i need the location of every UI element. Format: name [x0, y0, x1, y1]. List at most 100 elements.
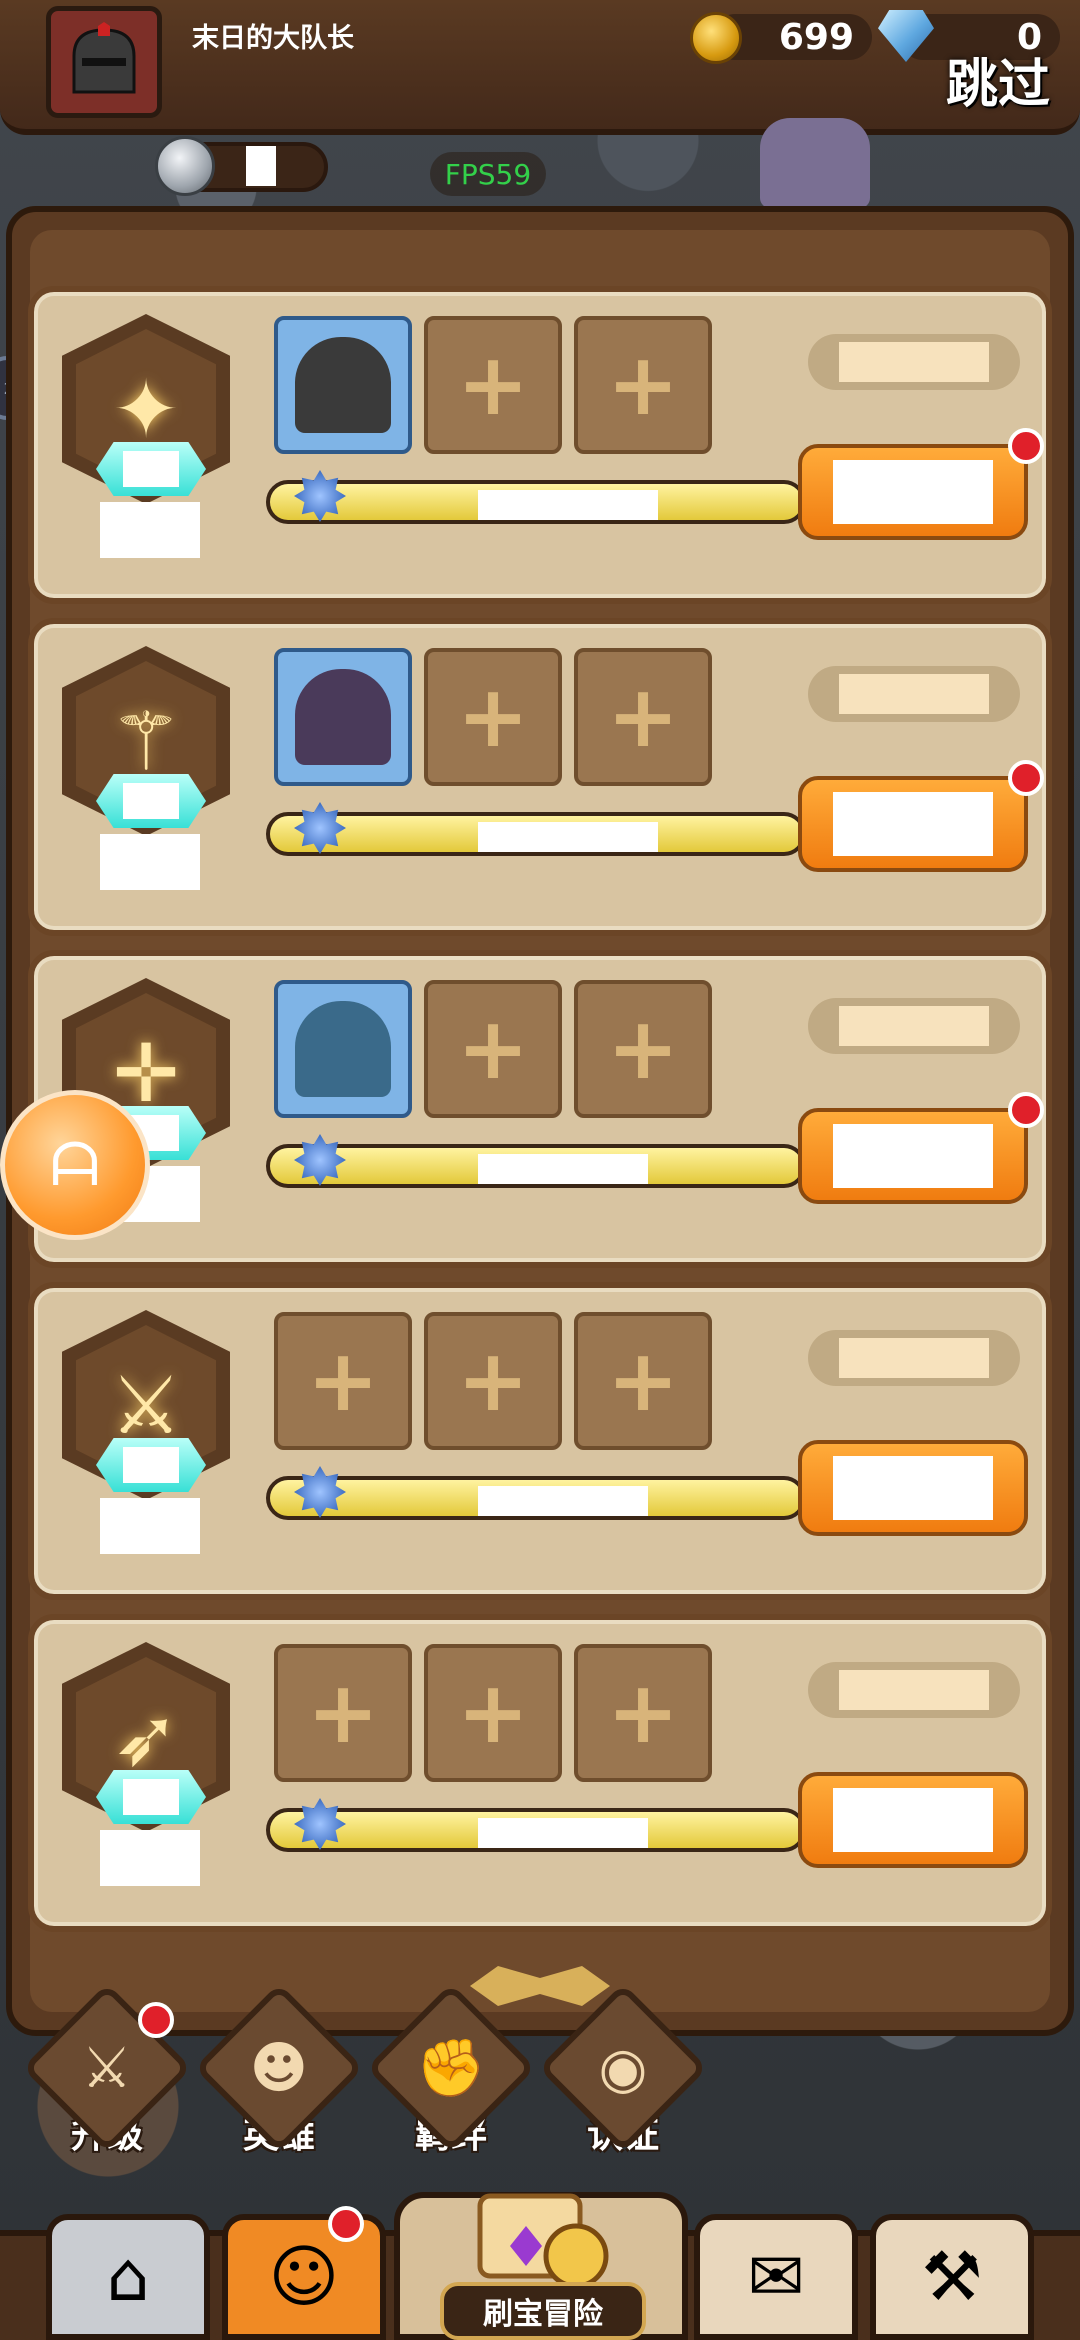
- plus-icon: +: [456, 1663, 530, 1763]
- redacted-bonus: [839, 1006, 989, 1046]
- class-row: ⚔ + + +: [28, 1282, 1052, 1600]
- upgrade-button[interactable]: [798, 1440, 1028, 1536]
- redacted-button-label: [833, 460, 993, 524]
- handshake-icon: ✊: [366, 1983, 536, 2153]
- nav-shop[interactable]: ⌂: [46, 2214, 210, 2340]
- treasure-map-icon: [477, 2193, 609, 2289]
- progress-bar: [266, 1808, 806, 1852]
- redacted-button-label: [833, 792, 993, 856]
- plus-icon: +: [456, 1331, 530, 1431]
- redacted-label: [100, 834, 200, 890]
- class-row: ⚚ + +: [28, 618, 1052, 936]
- plus-icon: +: [306, 1663, 380, 1763]
- redacted-progress-text: [478, 822, 658, 852]
- redacted-progress-text: [478, 1154, 648, 1184]
- coin-icon: [690, 12, 742, 64]
- progress-bar: [266, 480, 806, 524]
- progress-bar: [266, 1476, 806, 1520]
- subtab-1[interactable]: ☻ 英雄: [194, 1983, 364, 2158]
- nav-treasure-adventure-label: 刷宝冒险: [440, 2282, 646, 2340]
- plus-icon: +: [606, 667, 680, 767]
- plus-icon: +: [456, 335, 530, 435]
- class-level-crystal: [96, 1770, 206, 1824]
- hero-portrait-icon: ☺: [268, 2237, 340, 2317]
- eye-icon: ◉: [538, 1983, 708, 2153]
- redacted-value: [123, 1779, 179, 1815]
- bonus-pill: [808, 666, 1020, 722]
- alert-dot: [1008, 760, 1044, 796]
- empty-hero-slot[interactable]: +: [424, 316, 562, 454]
- plus-icon: +: [606, 1663, 680, 1763]
- energy-icon: [155, 136, 215, 196]
- player-name: 末日的大队长: [192, 23, 354, 54]
- fps-indicator: FPS59: [430, 152, 546, 196]
- empty-hero-slot[interactable]: +: [574, 1644, 712, 1782]
- empty-hero-slot[interactable]: +: [424, 1644, 562, 1782]
- plus-icon: +: [606, 1331, 680, 1431]
- cat-decoration: [760, 118, 870, 208]
- hero-slot[interactable]: [274, 648, 412, 786]
- empty-hero-slot[interactable]: +: [424, 1312, 562, 1450]
- redacted-bonus: [839, 342, 989, 382]
- bonus-pill: [808, 1330, 1020, 1386]
- plus-icon: +: [606, 335, 680, 435]
- empty-hero-slot[interactable]: +: [574, 648, 712, 786]
- redacted-bonus: [839, 674, 989, 714]
- shop-icon: ⌂: [106, 2237, 150, 2317]
- subtab-0[interactable]: ⚔ 升级: [22, 1983, 192, 2158]
- empty-hero-slot[interactable]: +: [574, 980, 712, 1118]
- progress-bar: [266, 812, 806, 856]
- alert-dot: [138, 2002, 174, 2038]
- empty-hero-slot[interactable]: +: [424, 980, 562, 1118]
- redacted-value: [123, 451, 179, 487]
- hero-icon: ☻: [194, 1983, 364, 2153]
- plus-icon: +: [456, 667, 530, 767]
- backpack-icon: ✉: [747, 2237, 805, 2317]
- class-row: ✦ + +: [28, 286, 1052, 604]
- nav-bag[interactable]: ✉: [694, 2214, 858, 2340]
- bonus-pill: [808, 1662, 1020, 1718]
- upgrade-button[interactable]: [798, 444, 1028, 540]
- redacted-bonus: [839, 1338, 989, 1378]
- hammer-icon: ⚒: [921, 2237, 983, 2317]
- skip-button[interactable]: 跳过: [946, 42, 1050, 117]
- player-avatar[interactable]: [46, 6, 162, 118]
- redacted-progress-text: [478, 1818, 648, 1848]
- coin-value: 699: [778, 16, 854, 58]
- class-row: ✛ + +: [28, 950, 1052, 1268]
- redacted-button-label: [833, 1124, 993, 1188]
- knight-helmet-icon: [72, 22, 136, 94]
- redacted-bonus: [839, 1670, 989, 1710]
- hero-slot[interactable]: [274, 316, 412, 454]
- class-level-crystal: [96, 774, 206, 828]
- hooded-archer-hero-icon: [295, 1001, 391, 1097]
- empty-hero-slot[interactable]: +: [574, 1312, 712, 1450]
- bonus-pill: [808, 334, 1020, 390]
- empty-hero-slot[interactable]: +: [274, 1312, 412, 1450]
- subtab-2[interactable]: ✊ 羁绊: [366, 1983, 536, 2158]
- redacted-button-label: [833, 1788, 993, 1852]
- redacted-label: [100, 502, 200, 558]
- upgrade-button[interactable]: [798, 1772, 1028, 1868]
- hero-slot[interactable]: [274, 980, 412, 1118]
- class-level-crystal: [96, 442, 206, 496]
- upgrade-button[interactable]: [798, 1108, 1028, 1204]
- floating-assistant-button[interactable]: ᗩ: [0, 1090, 150, 1240]
- empty-hero-slot[interactable]: +: [424, 648, 562, 786]
- nav-heroes-alert-dot: [328, 2206, 364, 2242]
- alert-dot: [1008, 1092, 1044, 1128]
- plus-icon: +: [306, 1331, 380, 1431]
- redacted-label: [100, 1830, 200, 1886]
- hooded-mage-hero-icon: [295, 669, 391, 765]
- subtab-3[interactable]: ◉ 认证: [538, 1983, 708, 2158]
- bonus-pill: [808, 998, 1020, 1054]
- redacted-label: [100, 1498, 200, 1554]
- upgrade-button[interactable]: [798, 776, 1028, 872]
- nav-forge[interactable]: ⚒: [870, 2214, 1034, 2340]
- plus-icon: +: [606, 999, 680, 1099]
- alert-dot: [1008, 428, 1044, 464]
- energy-value-redacted: [246, 146, 276, 186]
- empty-hero-slot[interactable]: +: [574, 316, 712, 454]
- empty-hero-slot[interactable]: +: [274, 1644, 412, 1782]
- assistant-logo-icon: ᗩ: [50, 1130, 100, 1200]
